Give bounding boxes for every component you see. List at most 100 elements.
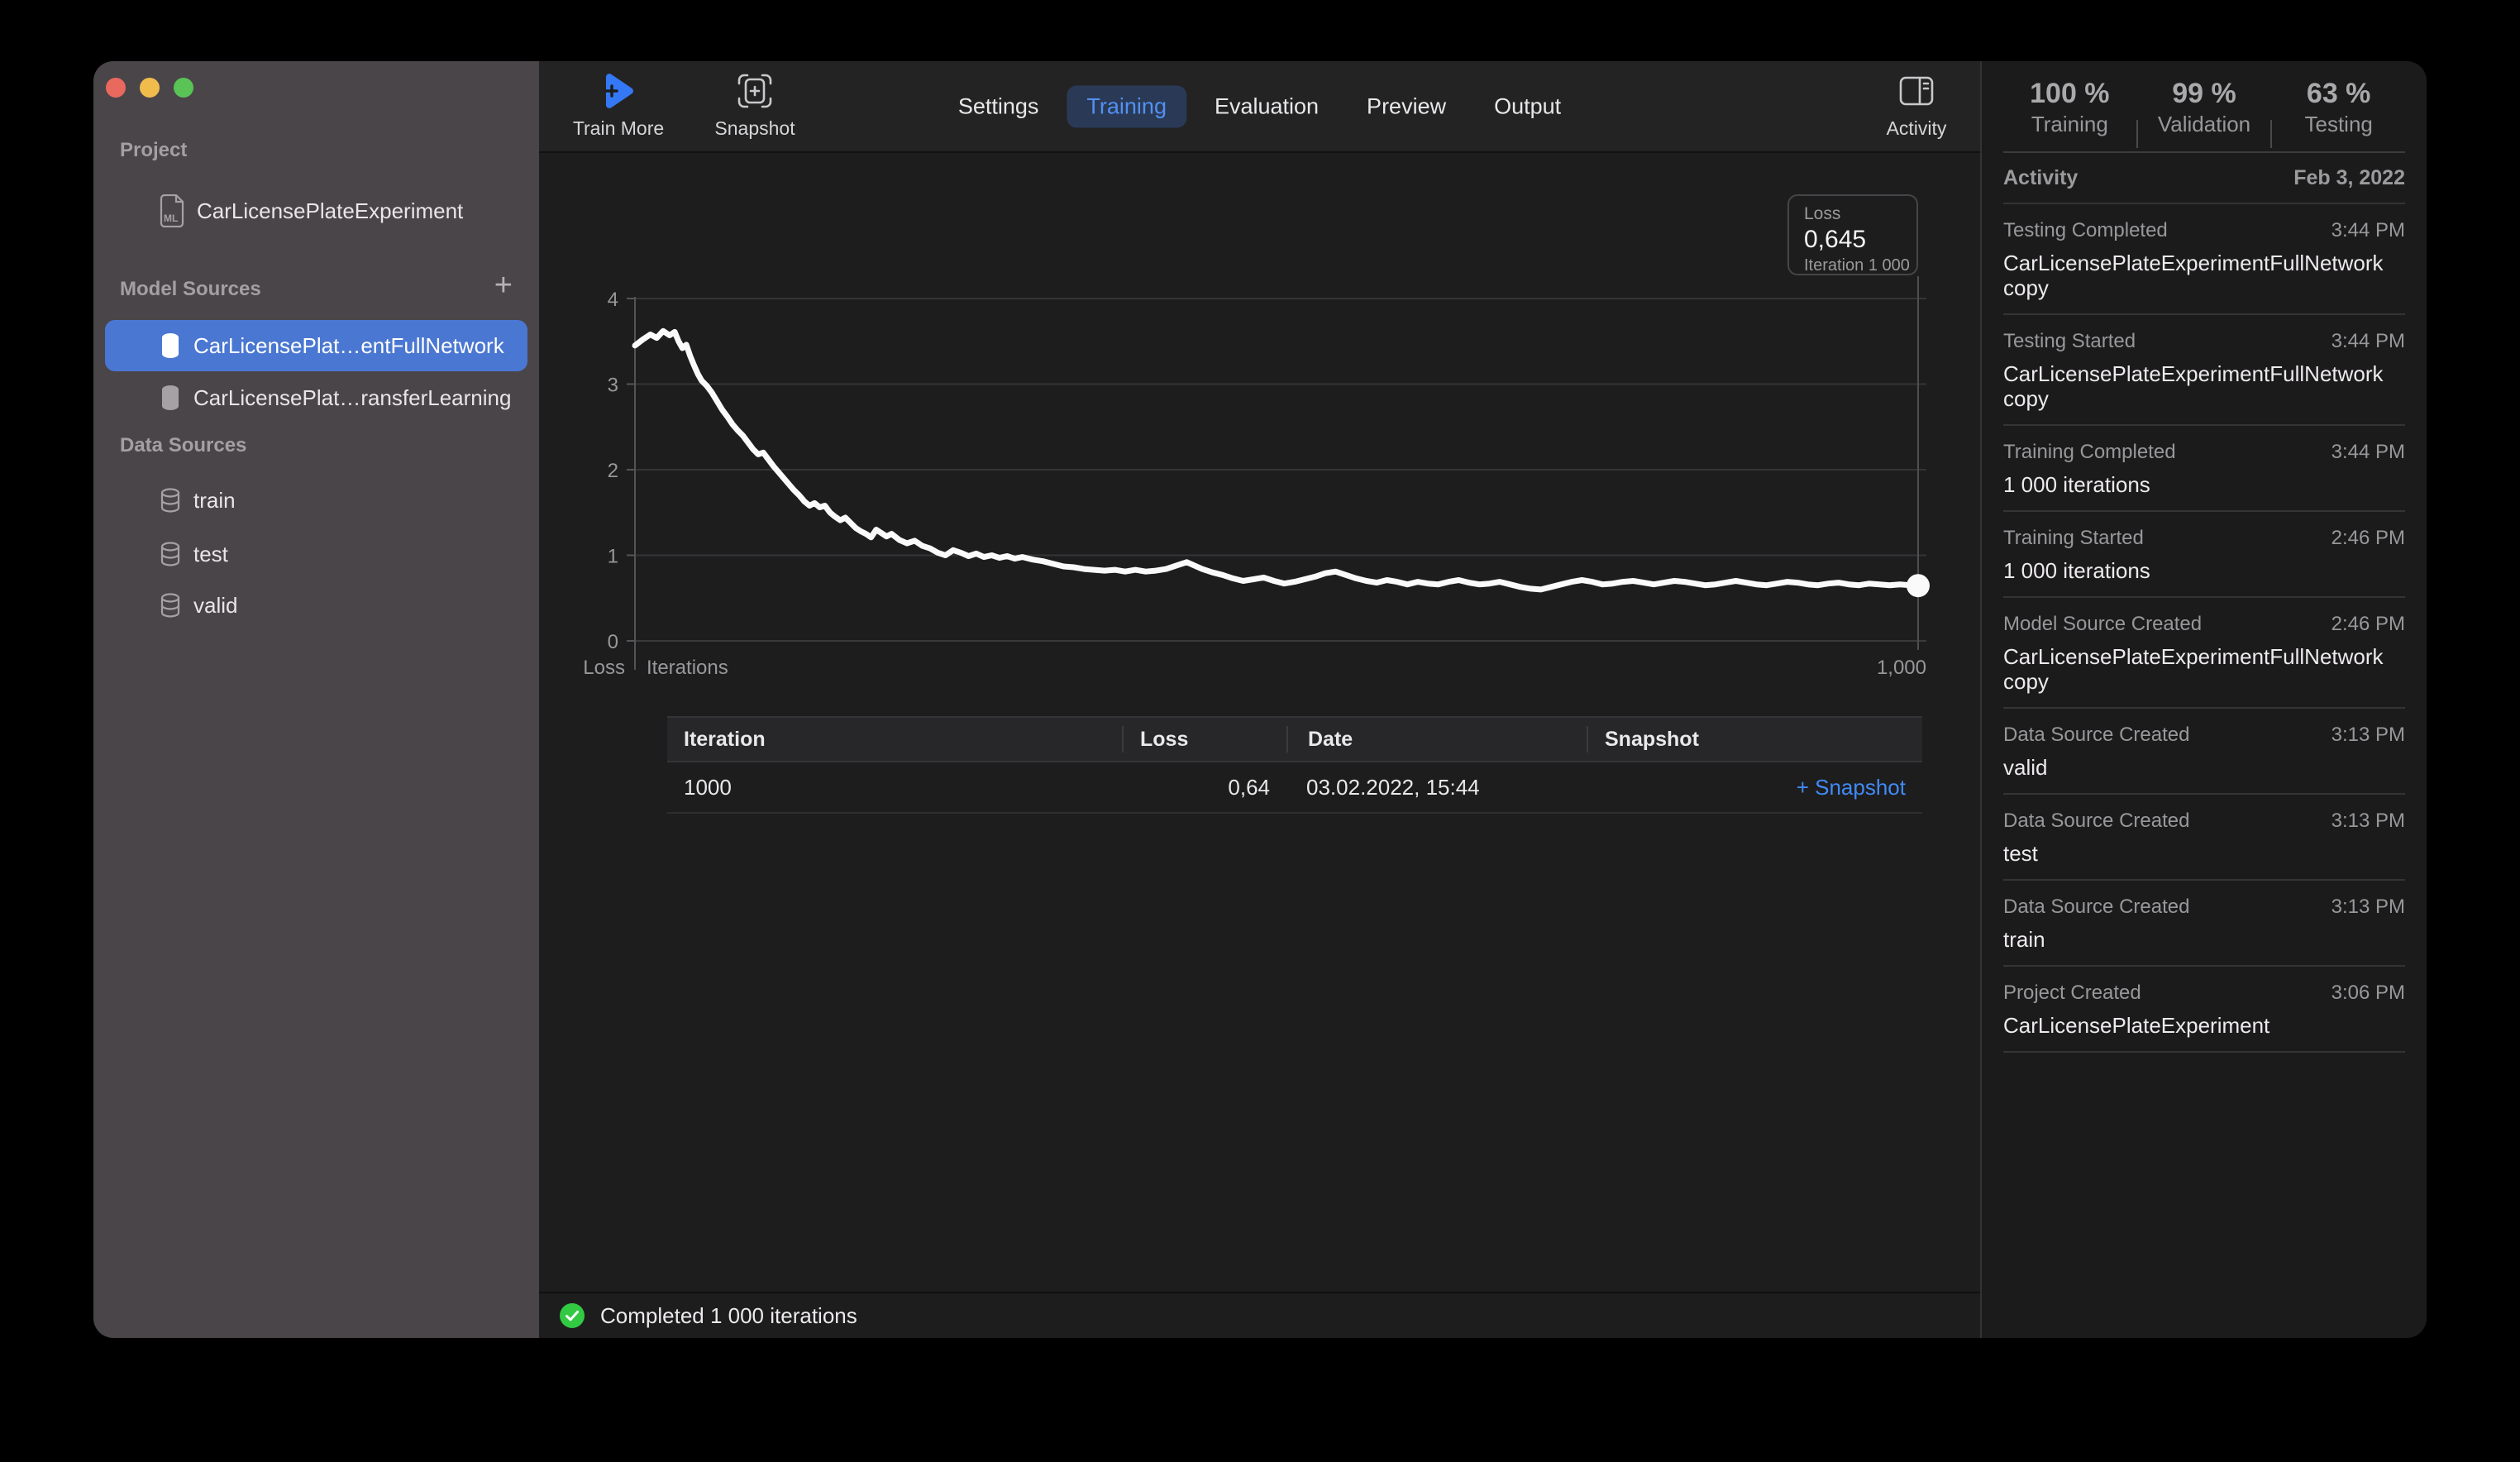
activity-entry: Data Source Created 3:13 PM valid [2003, 709, 2405, 795]
sidebar-item-label: CarLicensePlat…entFullNetwork [193, 333, 504, 359]
activity-entry: Training Started 2:46 PM 1 000 iterations [2003, 512, 2405, 598]
activity-entry-body: CarLicensePlateExperimentFullNetwork cop… [2003, 361, 2405, 411]
activity-entry-body: CarLicensePlateExperimentFullNetwork cop… [2003, 251, 2405, 300]
activity-entry-time: 3:44 PM [2331, 441, 2405, 464]
model-sources-section-label: Model Sources + [120, 278, 519, 301]
activity-date: Feb 3, 2022 [2293, 166, 2405, 190]
app-window: Project ML CarLicensePlateExperiment Mod… [93, 61, 2427, 1338]
activity-entry-body: train [2003, 927, 2405, 952]
activity-entry-time: 3:06 PM [2331, 982, 2405, 1005]
add-snapshot-link[interactable]: + Snapshot [1587, 775, 1922, 800]
svg-text:4: 4 [608, 289, 618, 311]
activity-entry: Testing Completed 3:44 PM CarLicensePlateE… [2003, 204, 2405, 315]
zoom-button[interactable] [174, 78, 193, 98]
sidebar-item-model-source-transfer[interactable]: CarLicensePlat…ransferLearning [105, 372, 527, 423]
sidebar-item-label: test [193, 542, 228, 567]
activity-entry-label: Data Source Created [2003, 810, 2189, 833]
activity-entry-body: valid [2003, 755, 2405, 780]
activity-entry-label: Testing Started [2003, 330, 2136, 353]
svg-text:2: 2 [608, 460, 618, 482]
svg-text:ML: ML [164, 213, 178, 224]
activity-entry-time: 2:46 PM [2331, 527, 2405, 550]
column-header-date: Date [1286, 726, 1587, 752]
column-header-snapshot: Snapshot [1587, 726, 1922, 752]
cell-loss: 0,64 [1122, 775, 1286, 800]
tooltip-subtitle: Iteration 1 000 [1804, 256, 1916, 275]
activity-entry-time: 3:13 PM [2331, 896, 2405, 919]
column-header-loss: Loss [1122, 726, 1286, 752]
current-point-marker [1907, 574, 1930, 597]
activity-entry-label: Data Source Created [2003, 724, 2189, 747]
tooltip-value: 0,645 [1804, 226, 1916, 254]
model-source-icon [159, 385, 182, 411]
database-icon [159, 488, 182, 513]
activity-entry: Project Created 3:06 PM CarLicensePlateExp… [2003, 967, 2405, 1053]
sidebar-item-model-source-fullnetwork[interactable]: CarLicensePlat…entFullNetwork [105, 320, 527, 371]
column-header-iteration: Iteration [667, 728, 1122, 752]
activity-entry-label: Data Source Created [2003, 896, 2189, 919]
sidebar-item-label: train [193, 488, 236, 514]
database-icon [159, 542, 182, 566]
activity-list: Activity Feb 3, 2022 Testing Completed 3:… [2003, 153, 2405, 1053]
sidebar-item-label: CarLicensePlat…ransferLearning [193, 385, 511, 411]
svg-text:1: 1 [608, 546, 618, 568]
window-controls [106, 78, 193, 98]
model-source-icon [159, 332, 182, 359]
sidebar-item-label: CarLicensePlateExperiment [197, 198, 463, 224]
activity-entry: Testing Started 3:44 PM CarLicensePlateExp… [2003, 315, 2405, 426]
activity-entry-time: 3:13 PM [2331, 810, 2405, 833]
success-check-icon [559, 1302, 585, 1329]
ml-document-icon: ML [159, 194, 185, 227]
activity-entry-time: 3:44 PM [2331, 219, 2405, 242]
database-icon [159, 593, 182, 618]
activity-title: Activity [2003, 166, 2078, 190]
close-button[interactable] [106, 78, 126, 98]
loss-chart[interactable]: 4 3 2 1 0 Loss Iterations 1,000 [539, 61, 1980, 698]
activity-entry-time: 3:13 PM [2331, 724, 2405, 747]
activity-entry-label: Training Started [2003, 527, 2144, 550]
main-content: Train More Snapshot Settings Training Ev… [539, 61, 1980, 1338]
activity-entry-body: test [2003, 841, 2405, 866]
add-model-source-button[interactable]: + [494, 270, 513, 301]
sidebar-item-data-source-test[interactable]: test [105, 528, 527, 580]
tooltip-title: Loss [1804, 204, 1916, 224]
activity-header: Activity Feb 3, 2022 [2003, 153, 2405, 204]
x-axis-title: Iterations [647, 657, 728, 679]
svg-text:3: 3 [608, 375, 618, 397]
activity-entry-label: Model Source Created [2003, 613, 2202, 636]
status-bar: Completed 1 000 iterations [539, 1292, 1980, 1338]
activity-entry-time: 2:46 PM [2331, 613, 2405, 636]
chart-y-axis [627, 297, 635, 670]
activity-entry-body: 1 000 iterations [2003, 472, 2405, 497]
activity-entry-body: 1 000 iterations [2003, 558, 2405, 583]
activity-entry: Model Source Created 2:46 PM CarLicensePla… [2003, 598, 2405, 709]
activity-entry-label: Training Completed [2003, 441, 2176, 464]
activity-entry-body: CarLicensePlateExperimentFullNetwork cop… [2003, 644, 2405, 694]
x-end-tick-label: 1,000 [1877, 657, 1926, 679]
activity-entry-label: Project Created [2003, 982, 2141, 1005]
svg-text:0: 0 [608, 631, 618, 653]
loss-curve [635, 331, 1918, 590]
chart-gridlines [635, 299, 1926, 641]
sidebar-item-label: valid [193, 593, 237, 619]
sidebar: Project ML CarLicensePlateExperiment Mod… [93, 61, 539, 1338]
minimize-button[interactable] [140, 78, 160, 98]
table-row[interactable]: 1000 0,64 03.02.2022, 15:44 + Snapshot [667, 762, 1922, 814]
stat-testing: 63 % Testing [2272, 78, 2405, 137]
stat-training: 100 % Training [2003, 78, 2136, 137]
sidebar-item-data-source-valid[interactable]: valid [105, 580, 527, 631]
sidebar-item-project[interactable]: ML CarLicensePlateExperiment [105, 185, 527, 236]
snapshot-table: Iteration Loss Date Snapshot 1000 0,64 0… [667, 716, 1922, 814]
stat-validation: 99 % Validation [2138, 78, 2271, 137]
data-sources-section-label: Data Sources [120, 434, 519, 457]
y-axis-title: Loss [583, 657, 625, 679]
activity-entry: Data Source Created 3:13 PM test [2003, 795, 2405, 881]
project-section-label: Project [120, 139, 519, 162]
cell-date: 03.02.2022, 15:44 [1286, 775, 1587, 800]
activity-entry-time: 3:44 PM [2331, 330, 2405, 353]
sidebar-item-data-source-train[interactable]: train [105, 475, 527, 526]
activity-entry-body: CarLicensePlateExperiment [2003, 1013, 2405, 1038]
activity-entry: Training Completed 3:44 PM 1 000 iteration… [2003, 426, 2405, 512]
activity-panel: 100 % Training 99 % Validation 63 % Test… [1980, 61, 2427, 1338]
activity-entry-label: Testing Completed [2003, 219, 2168, 242]
